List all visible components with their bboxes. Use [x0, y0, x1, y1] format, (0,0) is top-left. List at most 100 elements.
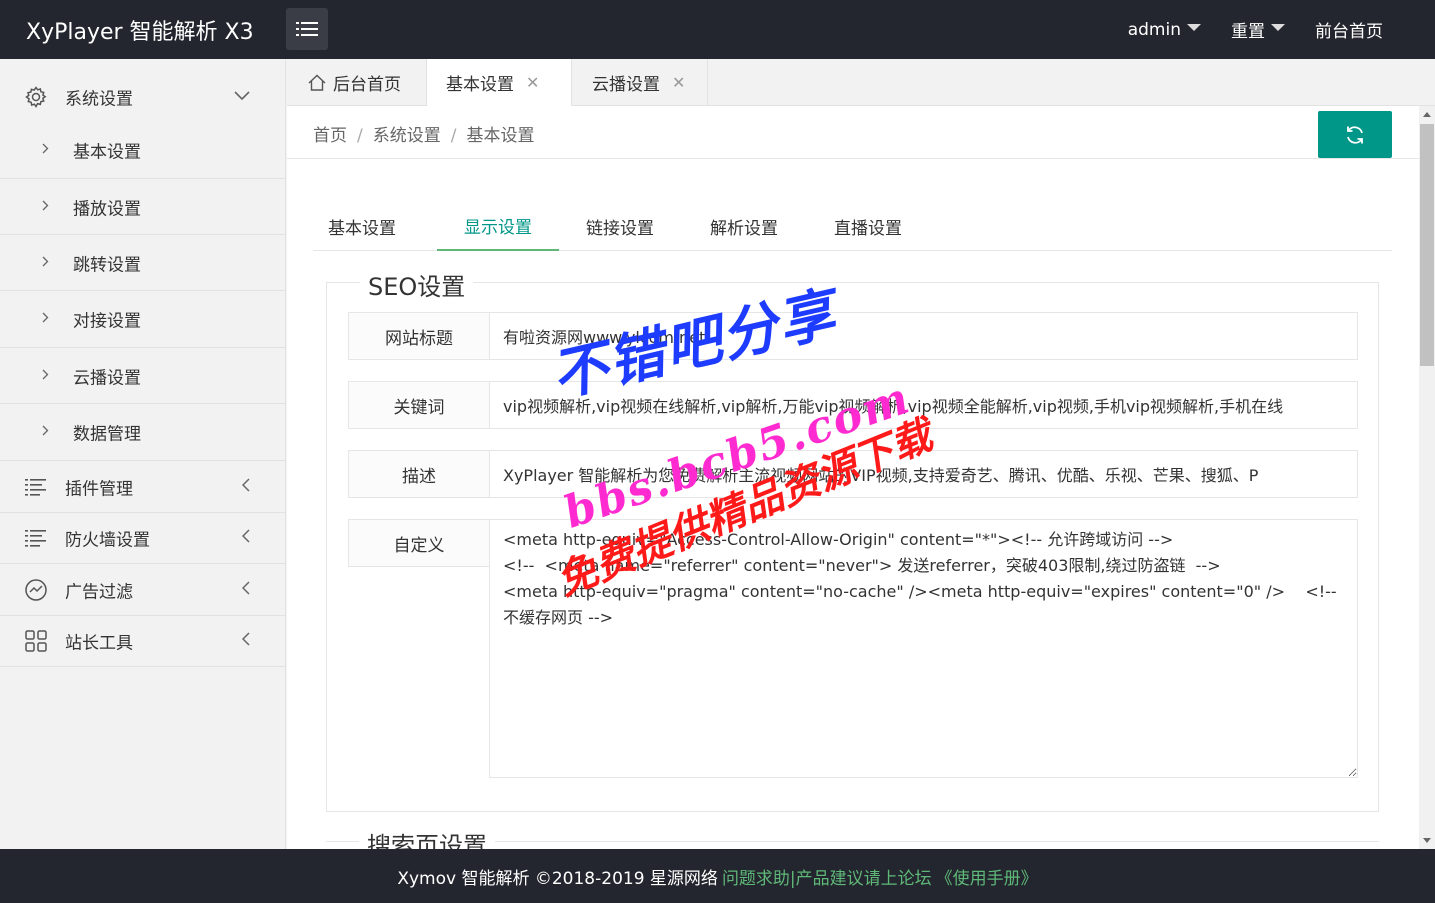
breadcrumb: 首页 / 系统设置 / 基本设置 — [313, 121, 534, 146]
header-admin-menu[interactable]: admin — [1128, 20, 1201, 40]
sidebar-group-plugins[interactable]: 插件管理 — [0, 462, 286, 513]
breadcrumb-separator: / — [450, 126, 457, 146]
sidebar-item-data-management[interactable]: 数据管理 — [0, 404, 286, 461]
tab-dashboard[interactable]: 后台首页 — [287, 59, 427, 106]
page-scrollbar[interactable] — [1419, 106, 1435, 849]
tab-label: 基本设置 — [446, 75, 514, 95]
chevron-right-icon — [42, 255, 49, 271]
form-row-site-title: 网站标题 — [348, 312, 1358, 360]
tab-label: 云播设置 — [592, 75, 660, 95]
grid-icon — [24, 629, 48, 653]
custom-head-textarea[interactable]: <meta http-equiv="Access-Control-Allow-O… — [489, 519, 1358, 778]
form-row-keywords: 关键词 — [348, 381, 1358, 429]
subtab-label: 链接设置 — [586, 218, 654, 239]
chart-circle-icon — [24, 578, 48, 602]
subtab-live[interactable]: 直播设置 — [819, 201, 917, 251]
top-header: XyPlayer 智能解析 X3 admin 重置 前台首页 — [0, 0, 1435, 59]
sidebar-item-label: 云播设置 — [73, 368, 141, 388]
sidebar-item-label: 对接设置 — [73, 311, 141, 332]
footer-manual-link[interactable]: 《使用手册》 — [936, 864, 1038, 889]
header-nav: admin 重置 前台首页 — [1128, 0, 1435, 59]
tab-cloud-settings[interactable]: 云播设置 ✕ — [572, 59, 708, 106]
breadcrumb-current: 基本设置 — [466, 126, 535, 146]
sidebar-group-label: 插件管理 — [65, 479, 133, 500]
sidebar-item-play-settings[interactable]: 播放设置 — [0, 179, 286, 235]
sidebar-group-label: 广告过滤 — [65, 582, 133, 603]
breadcrumb-system[interactable]: 系统设置 — [373, 126, 441, 146]
refresh-button[interactable] — [1318, 111, 1392, 158]
chevron-right-icon — [42, 311, 49, 327]
seo-fieldset: SEO设置 网站标题 关键词 描述 自定义 <meta http-equiv="… — [326, 267, 1379, 812]
site-title-label: 网站标题 — [348, 312, 490, 360]
sidebar-item-cloud-settings[interactable]: 云播设置 — [0, 348, 286, 404]
subtab-label: 解析设置 — [710, 218, 778, 239]
subtab-label: 显示设置 — [464, 217, 532, 238]
sidebar: 系统设置 基本设置 播放设置 跳转设置 对接设置 云播设置 数据管理 插件管理 … — [0, 59, 286, 849]
sidebar-item-label: 基本设置 — [73, 142, 141, 163]
sidebar-item-label: 数据管理 — [73, 424, 141, 445]
search-page-fieldset: 搜索页设置 — [326, 826, 1379, 849]
subtab-label: 基本设置 — [328, 218, 396, 239]
sidebar-item-basic-settings[interactable]: 基本设置 — [0, 122, 286, 179]
app-logo-title[interactable]: XyPlayer 智能解析 X3 — [26, 14, 254, 46]
description-label: 描述 — [348, 450, 490, 498]
header-reset-menu[interactable]: 重置 — [1231, 17, 1285, 42]
subtab-basic[interactable]: 基本设置 — [313, 201, 411, 251]
chevron-right-icon — [42, 199, 49, 215]
keywords-label: 关键词 — [348, 381, 490, 429]
chevron-right-icon — [42, 368, 49, 384]
list-icon — [24, 526, 48, 550]
sidebar-group-firewall[interactable]: 防火墙设置 — [0, 513, 286, 564]
chevron-left-icon — [241, 478, 250, 496]
chevron-left-icon — [241, 529, 250, 547]
gear-icon — [24, 85, 48, 109]
caret-down-icon — [1271, 24, 1285, 31]
footer-forum-link[interactable]: 问题求助|产品建议请上论坛 — [722, 864, 932, 889]
subtab-parsing[interactable]: 解析设置 — [695, 201, 793, 251]
subtab-label: 直播设置 — [834, 218, 902, 239]
tab-basic-settings[interactable]: 基本设置 ✕ — [427, 59, 572, 106]
subtab-links[interactable]: 链接设置 — [571, 201, 669, 251]
scroll-down-icon[interactable] — [1423, 838, 1431, 843]
scroll-up-icon[interactable] — [1423, 112, 1431, 117]
sidebar-item-label: 跳转设置 — [73, 255, 141, 275]
settings-subtabs: 基本设置 显示设置 链接设置 解析设置 直播设置 — [313, 201, 1392, 251]
form-row-description: 描述 — [348, 450, 1358, 498]
keywords-input[interactable] — [489, 381, 1358, 429]
header-admin-label: admin — [1127, 19, 1181, 40]
header-frontpage-label: 前台首页 — [1315, 22, 1383, 42]
hamburger-icon — [296, 22, 318, 36]
header-frontpage-link[interactable]: 前台首页 — [1315, 17, 1383, 42]
chevron-left-icon — [241, 581, 250, 599]
breadcrumb-home[interactable]: 首页 — [313, 126, 347, 146]
breadcrumb-separator: / — [357, 126, 363, 146]
home-icon — [308, 74, 326, 91]
sidebar-item-jump-settings[interactable]: 跳转设置 — [0, 235, 286, 291]
list-icon — [24, 475, 48, 499]
header-reset-label: 重置 — [1231, 22, 1265, 42]
close-icon[interactable]: ✕ — [526, 73, 539, 92]
sidebar-item-dock-settings[interactable]: 对接设置 — [0, 291, 286, 348]
chevron-right-icon — [42, 424, 49, 440]
footer: Xymov 智能解析 ©2018-2019 星源网络 问题求助|产品建议请上论坛… — [0, 849, 1435, 903]
page-tab-bar: 后台首页 基本设置 ✕ 云播设置 ✕ — [287, 59, 1435, 106]
custom-label: 自定义 — [348, 519, 490, 567]
menu-toggle-button[interactable] — [286, 8, 328, 50]
close-icon[interactable]: ✕ — [672, 73, 685, 92]
tab-label: 后台首页 — [333, 75, 401, 95]
sidebar-group-system[interactable]: 系统设置 — [0, 71, 286, 122]
chevron-down-icon — [234, 89, 250, 105]
site-title-input[interactable] — [489, 312, 1358, 360]
caret-down-icon — [1187, 24, 1201, 31]
sidebar-group-label: 防火墙设置 — [65, 530, 150, 551]
scrollbar-thumb[interactable] — [1420, 124, 1434, 366]
form-row-custom: 自定义 <meta http-equiv="Access-Control-All… — [348, 519, 1358, 778]
chevron-left-icon — [241, 632, 250, 650]
footer-copyright: Xymov 智能解析 ©2018-2019 星源网络 — [397, 868, 718, 889]
sidebar-group-ad-filter[interactable]: 广告过滤 — [0, 565, 286, 616]
description-input[interactable] — [489, 450, 1358, 498]
sidebar-group-label: 站长工具 — [65, 633, 133, 654]
subtab-display[interactable]: 显示设置 — [437, 201, 559, 251]
seo-legend: SEO设置 — [360, 267, 474, 302]
sidebar-group-webmaster-tools[interactable]: 站长工具 — [0, 616, 286, 667]
